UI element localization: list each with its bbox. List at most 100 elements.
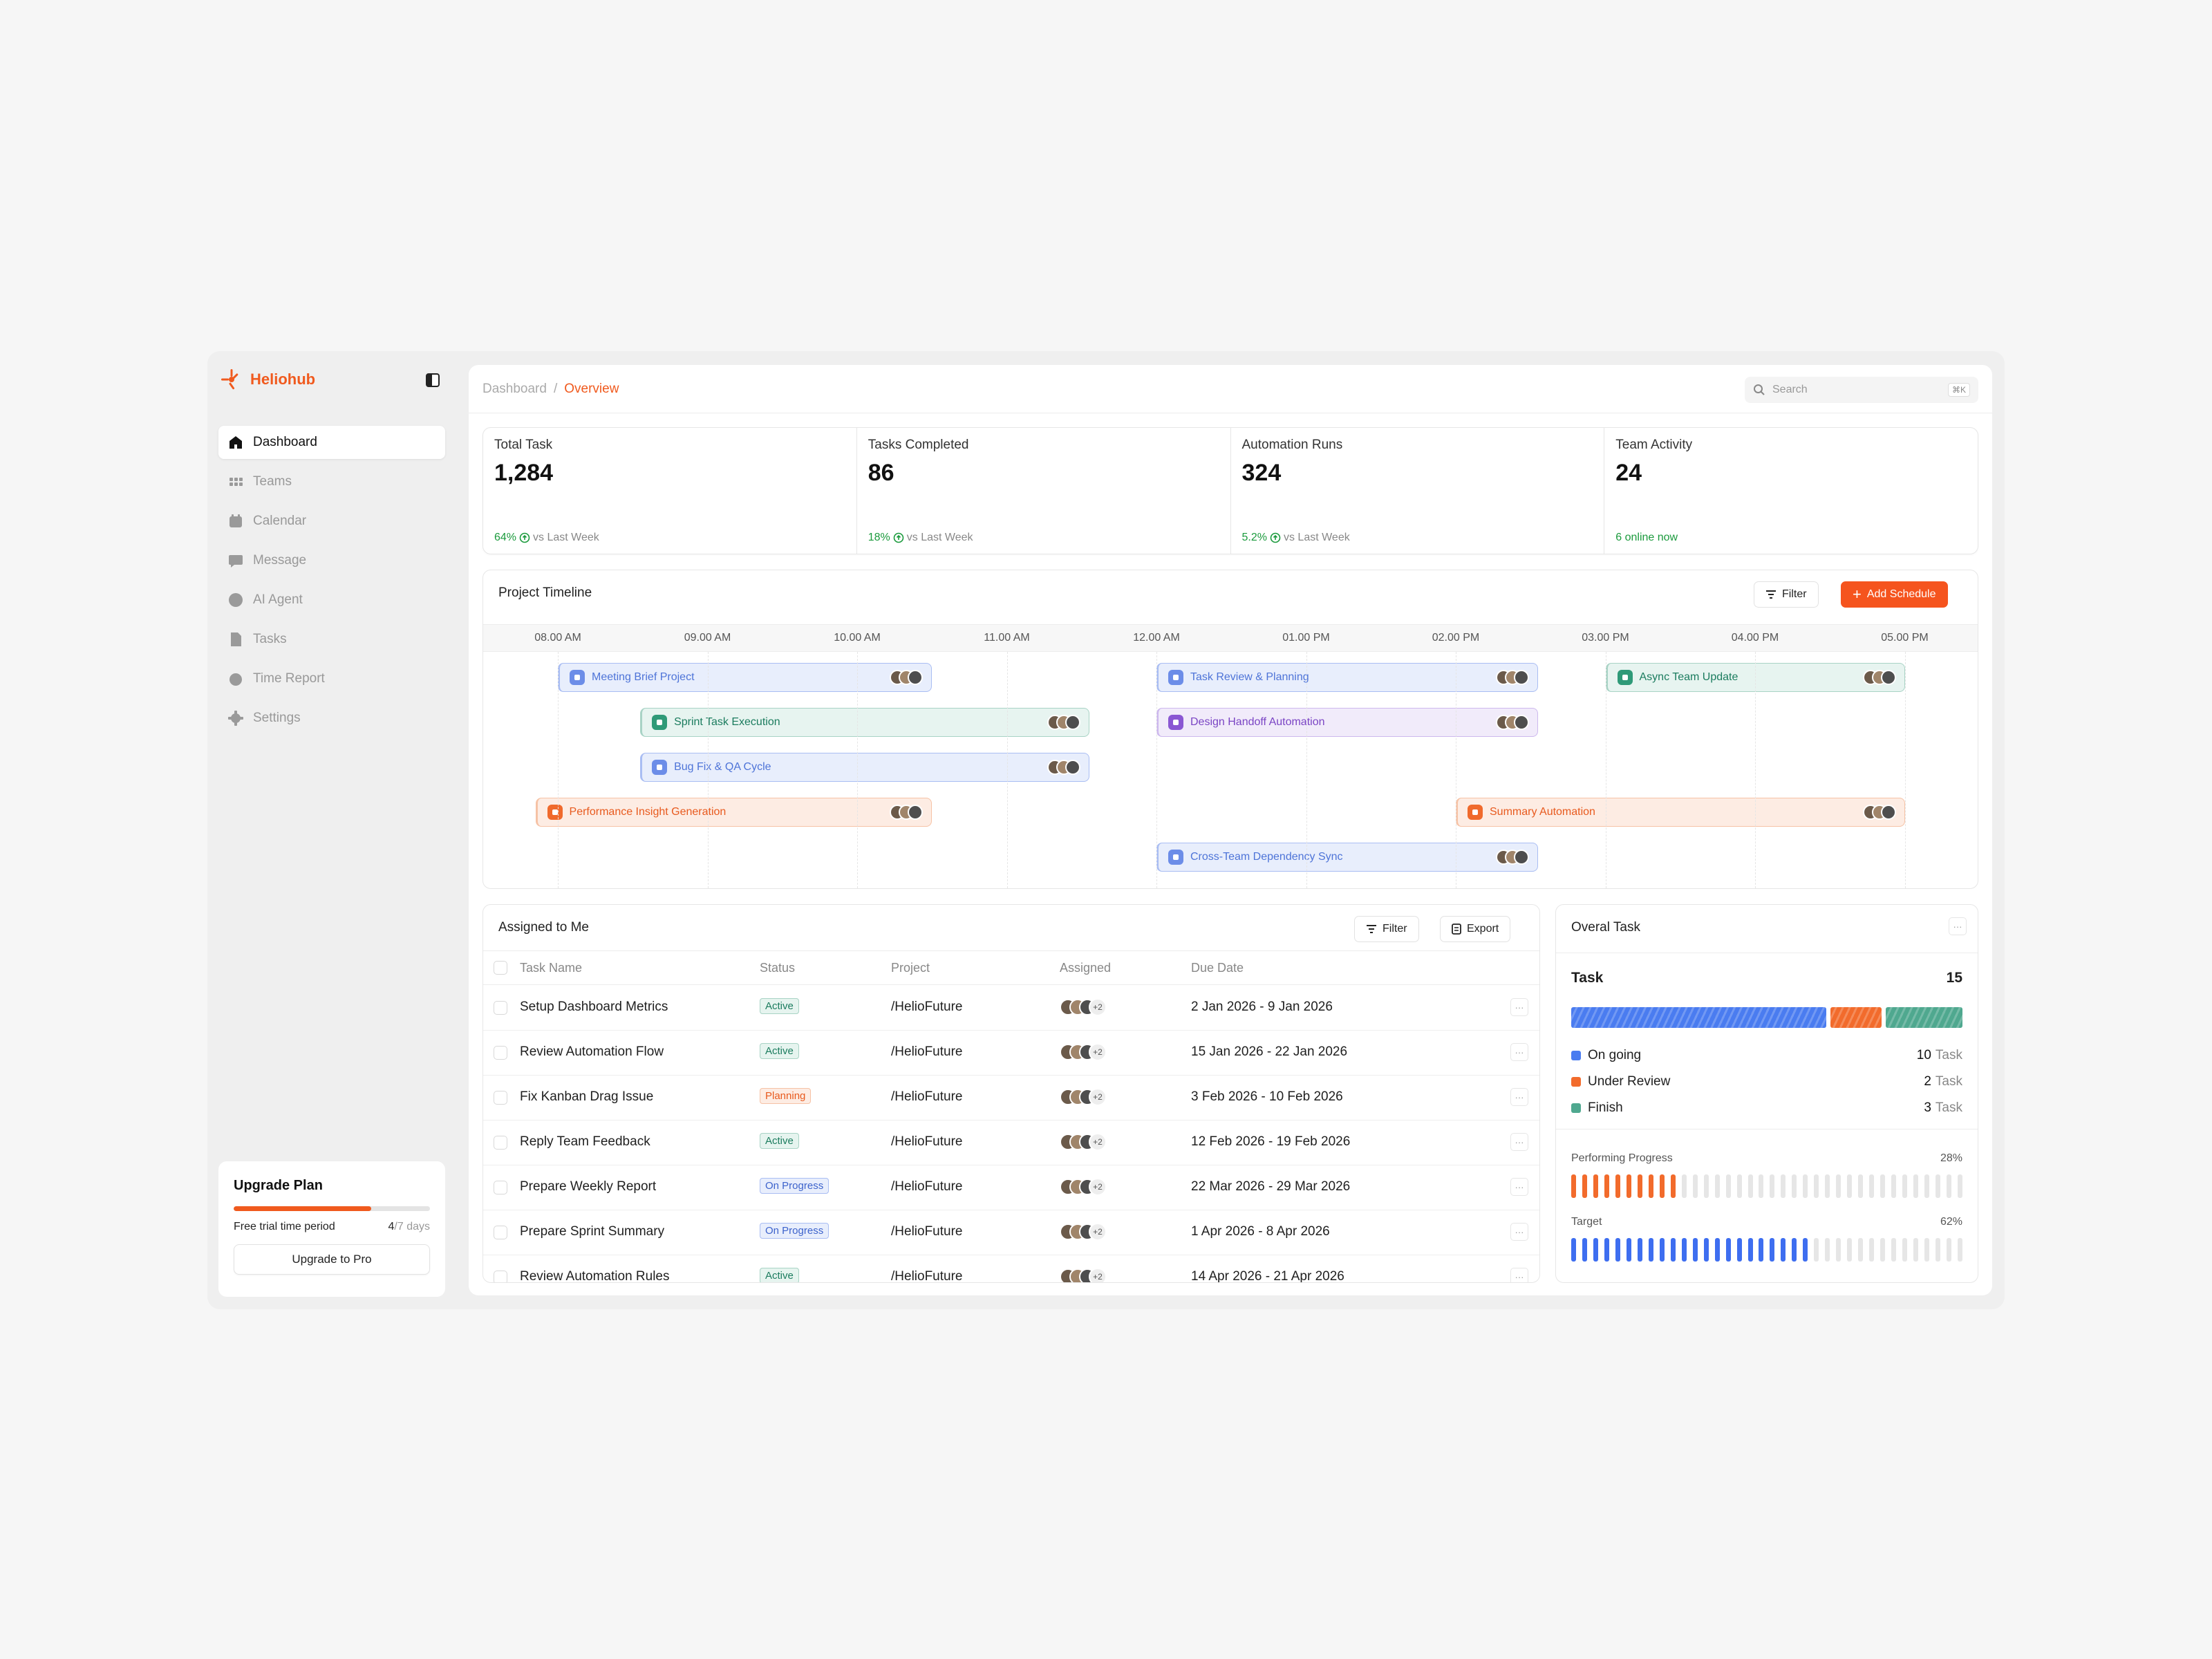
project-name: /HelioFuture [891, 1224, 963, 1239]
progress-tick [1858, 1238, 1864, 1262]
col-due-date[interactable]: Due Date [1191, 961, 1244, 975]
progress-tick [1924, 1174, 1929, 1198]
progress-tick [1725, 1238, 1731, 1262]
add-schedule-button[interactable]: + Add Schedule [1841, 581, 1948, 608]
row-more-button[interactable]: ··· [1510, 1088, 1528, 1106]
timeline-event[interactable]: Cross-Team Dependency Sync [1156, 843, 1539, 872]
sidebar-item-dashboard[interactable]: Dashboard [218, 426, 445, 459]
hour-label: 08.00 AM [534, 632, 581, 644]
sidebar-item-message[interactable]: Message [218, 544, 445, 577]
assigned-filter-button[interactable]: Filter [1354, 916, 1419, 942]
progress-tick [1869, 1174, 1875, 1198]
row-more-button[interactable]: ··· [1510, 1133, 1528, 1151]
more-assignees: +2 [1089, 1043, 1107, 1061]
timeline-event[interactable]: Performance Insight Generation [535, 798, 932, 827]
col-assigned[interactable]: Assigned [1060, 961, 1111, 975]
table-row[interactable]: Setup Dashboard Metrics Active/HelioFutur… [483, 986, 1539, 1031]
export-button[interactable]: Export [1440, 916, 1511, 942]
sidebar-item-tasks[interactable]: Tasks [218, 623, 445, 656]
progress-tick [1659, 1174, 1665, 1198]
table-row[interactable]: Reply Team Feedback Active/HelioFuture +2 1… [483, 1121, 1539, 1165]
sidebar-item-ai-agent[interactable]: AI Agent [218, 583, 445, 617]
legend-label: Finish [1588, 1100, 1623, 1115]
row-more-button[interactable]: ··· [1510, 1268, 1528, 1282]
legend-swatch [1571, 1103, 1581, 1113]
progress-tick [1946, 1174, 1951, 1198]
assigned-to-me-card: Assigned to Me Filter Export Task Name S… [482, 904, 1540, 1283]
row-checkbox[interactable] [494, 1226, 507, 1239]
progress-tick [1659, 1238, 1665, 1262]
table-row[interactable]: Fix Kanban Drag Issue Planning/HelioFutur… [483, 1076, 1539, 1121]
col-status[interactable]: Status [760, 961, 795, 975]
event-icon [1168, 715, 1183, 730]
progress-tick [1858, 1174, 1864, 1198]
event-avatars [1862, 805, 1896, 820]
row-more-button[interactable]: ··· [1510, 1223, 1528, 1241]
table-row[interactable]: Prepare Sprint Summary On Progress/HelioF… [483, 1210, 1539, 1255]
progress-tick [1924, 1238, 1929, 1262]
row-checkbox[interactable] [494, 1136, 507, 1150]
brand[interactable]: Heliohub [220, 368, 315, 391]
stat-value: 86 [868, 460, 894, 486]
search-input[interactable]: Search ⌘K [1745, 377, 1978, 403]
target-ticks [1571, 1238, 1962, 1262]
table-row[interactable]: Review Automation Flow Active/HelioFuture… [483, 1031, 1539, 1076]
status-badge: Planning [760, 1088, 812, 1104]
timeline-event[interactable]: Summary Automation [1456, 798, 1905, 827]
status-badge: Active [760, 1133, 799, 1149]
row-more-button[interactable]: ··· [1510, 998, 1528, 1016]
row-more-button[interactable]: ··· [1510, 1043, 1528, 1061]
hour-gridline [1755, 652, 1756, 888]
col-project[interactable]: Project [891, 961, 930, 975]
row-checkbox[interactable] [494, 1181, 507, 1194]
row-more-button[interactable]: ··· [1510, 1178, 1528, 1196]
stats-row: Total Task 1,284 64% vs Last Week Tasks Comp… [482, 427, 1978, 554]
stat-note: vs Last Week [1283, 532, 1350, 543]
sidebar-item-teams[interactable]: Teams [218, 465, 445, 498]
sidebar-item-time-report[interactable]: Time Report [218, 662, 445, 695]
hour-gridline [558, 652, 559, 888]
upgrade-title: Upgrade Plan [234, 1178, 323, 1193]
performing-progress-ticks [1571, 1174, 1962, 1198]
progress-tick [1571, 1174, 1576, 1198]
row-checkbox[interactable] [494, 1001, 507, 1015]
row-checkbox[interactable] [494, 1271, 507, 1282]
search-placeholder: Search [1772, 384, 1808, 395]
timeline-event[interactable]: Meeting Brief Project [558, 663, 932, 692]
overall-more-button[interactable]: ··· [1949, 917, 1967, 935]
hour-gridline [1156, 652, 1157, 888]
target-pct: 62% [1940, 1216, 1962, 1228]
event-label: Cross-Team Dependency Sync [1190, 851, 1343, 863]
trend-up-icon [519, 532, 530, 543]
due-date: 15 Jan 2026 - 22 Jan 2026 [1191, 1044, 1348, 1059]
progress-tick [1792, 1238, 1797, 1262]
more-assignees: +2 [1089, 1088, 1107, 1106]
timeline-event[interactable]: Task Review & Planning [1156, 663, 1539, 692]
status-badge: On Progress [760, 1223, 830, 1239]
sidebar-collapse-icon[interactable] [426, 373, 440, 387]
sidebar-item-settings[interactable]: Settings [218, 702, 445, 735]
select-all-checkbox[interactable] [494, 961, 507, 975]
upgrade-to-pro-button[interactable]: Upgrade to Pro [234, 1244, 430, 1275]
sidebar-item-calendar[interactable]: Calendar [218, 505, 445, 538]
task-label: Task [1571, 970, 1604, 986]
timeline-filter-button[interactable]: Filter [1754, 581, 1819, 608]
due-date: 2 Jan 2026 - 9 Jan 2026 [1191, 1000, 1333, 1014]
filter-icon [1766, 590, 1776, 599]
legend-swatch [1571, 1051, 1581, 1060]
progress-tick [1604, 1174, 1609, 1198]
stat-delta: 18% [868, 532, 890, 543]
timeline-event[interactable]: Design Handoff Automation [1156, 708, 1539, 737]
table-row[interactable]: Review Automation Rules Active/HelioFutur… [483, 1255, 1539, 1282]
event-label: Async Team Update [1639, 671, 1738, 683]
topbar: Dashboard / Overview Search ⌘K [469, 365, 1992, 413]
row-checkbox[interactable] [494, 1046, 507, 1060]
more-assignees: +2 [1089, 1178, 1107, 1196]
breadcrumb-dashboard[interactable]: Dashboard [482, 382, 547, 396]
row-checkbox[interactable] [494, 1091, 507, 1105]
progress-tick [1670, 1238, 1676, 1262]
col-task-name[interactable]: Task Name [520, 961, 582, 975]
upgrade-plan-card: Upgrade Plan Free trial time period 4/7 d… [218, 1161, 445, 1297]
table-row[interactable]: Prepare Weekly Report On Progress/HelioFu… [483, 1165, 1539, 1210]
more-assignees: +2 [1089, 998, 1107, 1016]
